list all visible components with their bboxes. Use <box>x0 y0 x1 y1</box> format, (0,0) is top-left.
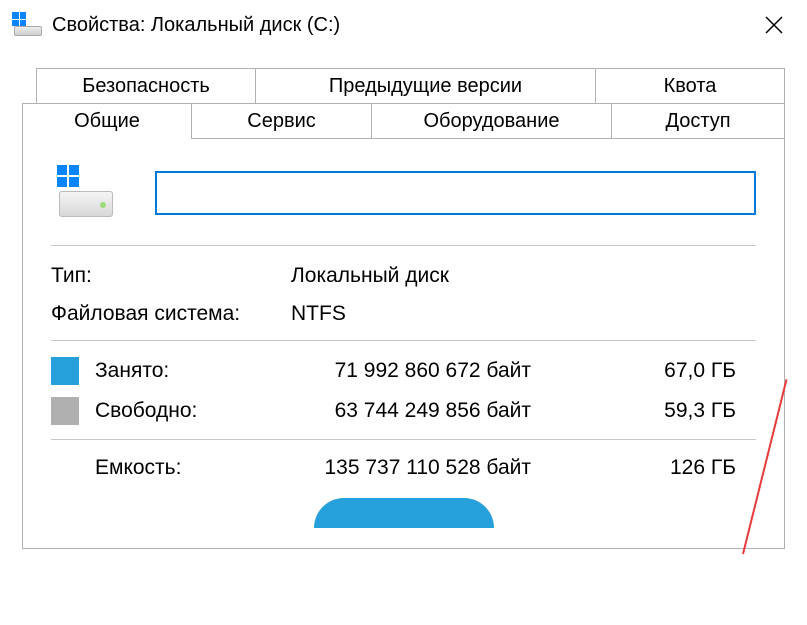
divider <box>51 340 756 341</box>
used-space-bytes: 71 992 860 672 байт <box>285 359 551 383</box>
window-title: Свойства: Локальный диск (C:) <box>52 14 749 37</box>
tab-hardware[interactable]: Оборудование <box>372 103 612 139</box>
type-label: Тип: <box>51 264 291 288</box>
filesystem-label: Файловая система: <box>51 302 291 326</box>
tab-previous-versions[interactable]: Предыдущие версии <box>256 68 596 104</box>
tab-panel-general: Тип: Локальный диск Файловая система: NT… <box>22 138 785 549</box>
free-space-gb: 59,3 ГБ <box>551 399 756 423</box>
divider <box>51 245 756 246</box>
used-space-label: Занято: <box>95 359 285 383</box>
drive-icon <box>12 14 44 36</box>
free-space-bytes: 63 744 249 856 байт <box>285 399 551 423</box>
usage-pie-chart <box>314 498 494 528</box>
tab-general[interactable]: Общие <box>22 103 192 139</box>
capacity-label: Емкость: <box>95 456 285 480</box>
tab-strip: Безопасность Предыдущие версии Квота Общ… <box>22 68 785 139</box>
volume-label-input[interactable] <box>155 171 756 215</box>
free-space-label: Свободно: <box>95 399 285 423</box>
type-value: Локальный диск <box>291 264 756 288</box>
divider <box>51 439 756 440</box>
close-button[interactable] <box>749 5 799 45</box>
disk-large-icon <box>59 169 115 217</box>
used-space-swatch <box>51 357 79 385</box>
free-space-swatch <box>51 397 79 425</box>
tab-security[interactable]: Безопасность <box>36 68 256 104</box>
filesystem-value: NTFS <box>291 302 756 326</box>
tab-tools[interactable]: Сервис <box>192 103 372 139</box>
tab-quota[interactable]: Квота <box>596 68 785 104</box>
titlebar: Свойства: Локальный диск (C:) <box>0 0 807 50</box>
capacity-bytes: 135 737 110 528 байт <box>285 456 551 480</box>
tab-sharing[interactable]: Доступ <box>612 103 785 139</box>
used-space-gb: 67,0 ГБ <box>551 359 756 383</box>
close-icon <box>765 16 783 34</box>
capacity-gb: 126 ГБ <box>551 456 756 480</box>
